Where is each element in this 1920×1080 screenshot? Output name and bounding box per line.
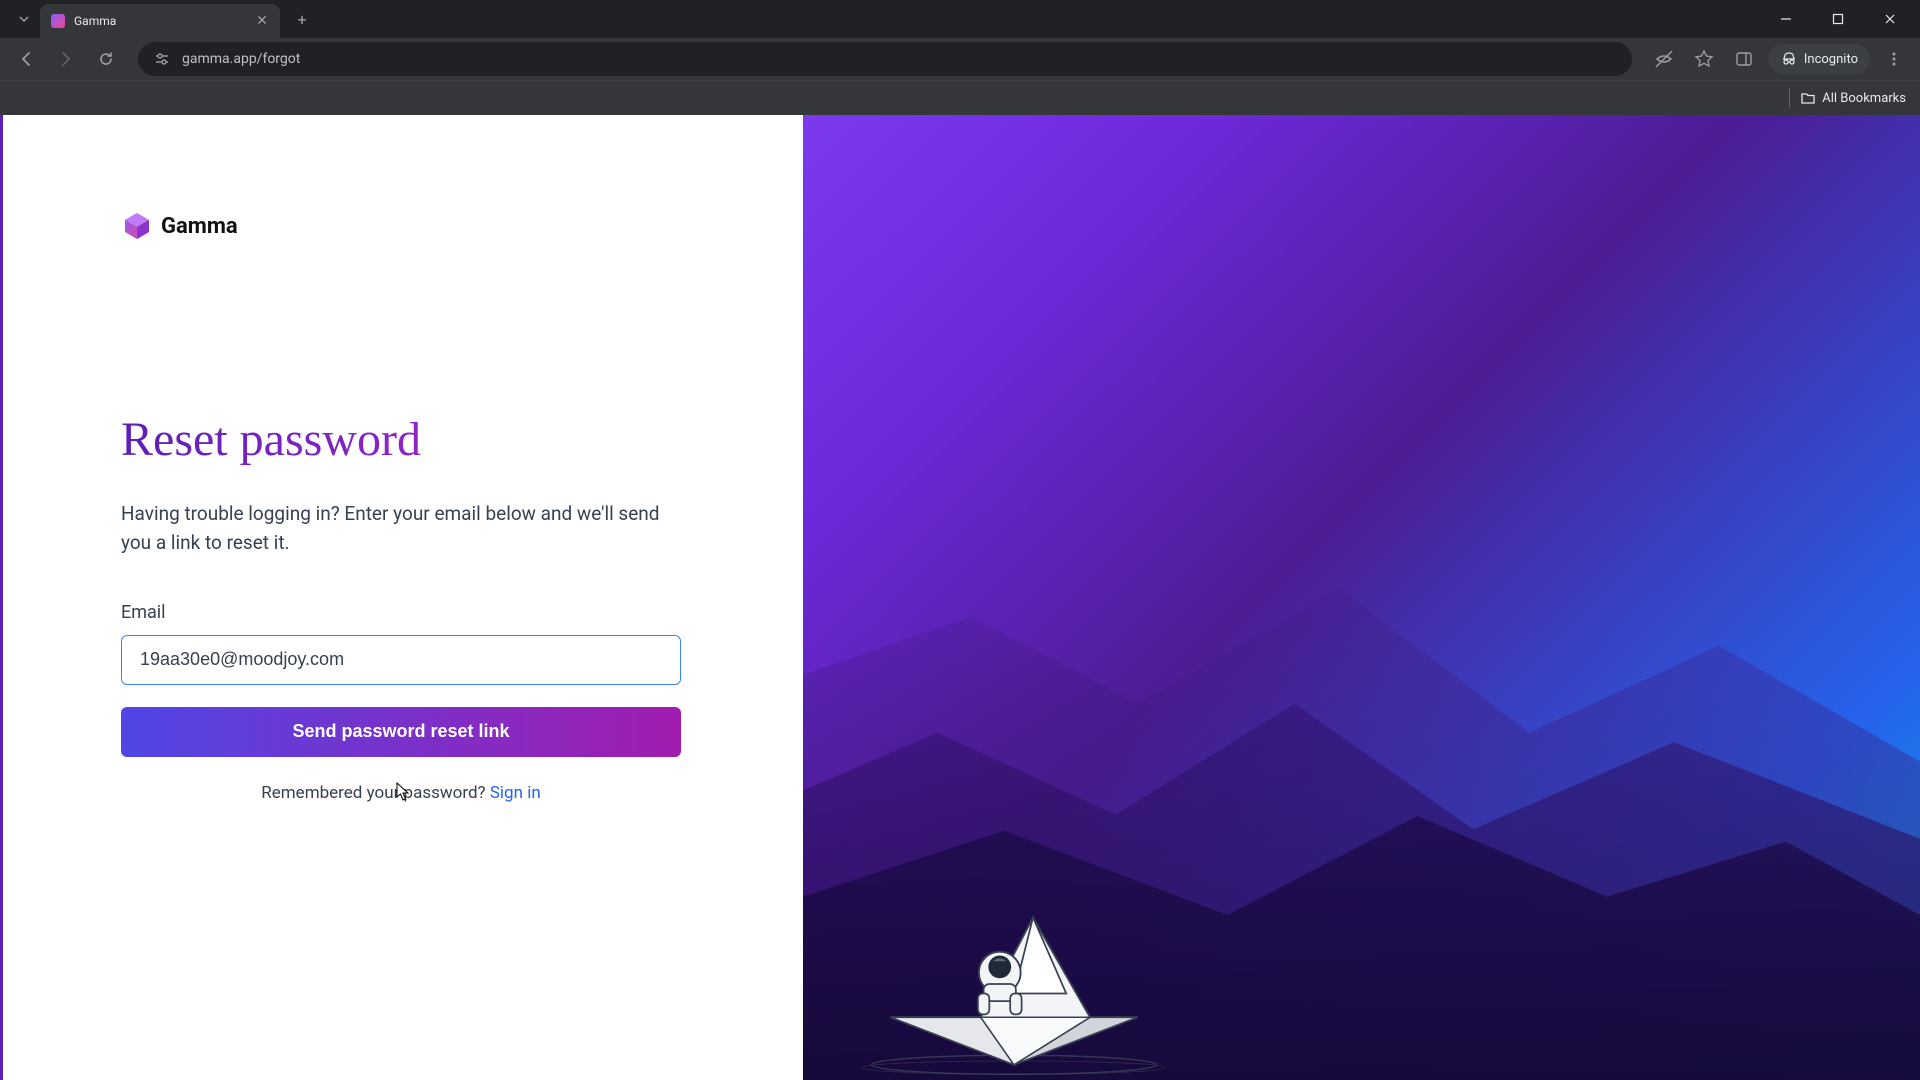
close-icon[interactable]: [1868, 4, 1912, 34]
tab-favicon-icon: [50, 13, 66, 29]
incognito-icon: [1780, 50, 1798, 68]
gamma-logo-icon: [121, 210, 153, 242]
incognito-badge[interactable]: Incognito: [1768, 44, 1870, 74]
maximize-icon[interactable]: [1816, 4, 1860, 34]
reset-form-panel: Gamma Reset password Having trouble logg…: [3, 115, 803, 1080]
page-title: Reset password: [121, 412, 683, 467]
illustration-panel: [803, 115, 1920, 1080]
email-input[interactable]: [121, 635, 681, 685]
email-label: Email: [121, 602, 683, 623]
bookmarks-bar: All Bookmarks: [0, 80, 1920, 115]
minimize-icon[interactable]: [1764, 4, 1808, 34]
bookmark-star-icon[interactable]: [1688, 43, 1720, 75]
eye-off-icon[interactable]: [1648, 43, 1680, 75]
tab-close-icon[interactable]: ✕: [254, 13, 270, 29]
divider: [1789, 88, 1790, 108]
nav-bar: gamma.app/forgot Incognito: [0, 38, 1920, 80]
back-button[interactable]: [10, 43, 42, 75]
window-controls: [1764, 4, 1912, 34]
logo-text: Gamma: [161, 214, 238, 239]
paper-boat-illustration: [843, 850, 1223, 1080]
send-reset-link-button[interactable]: Send password reset link: [121, 707, 681, 757]
signin-row: Remembered your password? Sign in: [121, 783, 681, 803]
remembered-text: Remembered your password?: [261, 783, 490, 803]
side-panel-icon[interactable]: [1728, 43, 1760, 75]
nav-right: Incognito: [1648, 43, 1910, 75]
tab-title: Gamma: [74, 14, 246, 28]
folder-icon: [1800, 90, 1816, 106]
logo[interactable]: Gamma: [121, 210, 683, 242]
tab-bar: Gamma ✕ +: [0, 0, 1920, 38]
all-bookmarks-label: All Bookmarks: [1822, 91, 1906, 106]
reload-button[interactable]: [90, 43, 122, 75]
forward-button[interactable]: [50, 43, 82, 75]
new-tab-button[interactable]: +: [288, 5, 316, 33]
all-bookmarks-button[interactable]: All Bookmarks: [1800, 90, 1906, 106]
browser-tab[interactable]: Gamma ✕: [40, 4, 280, 38]
page-subtext: Having trouble logging in? Enter your em…: [121, 499, 681, 558]
address-bar[interactable]: gamma.app/forgot: [138, 42, 1632, 76]
site-settings-icon[interactable]: [152, 49, 172, 69]
browser-chrome: Gamma ✕ + ga: [0, 0, 1920, 115]
url-text: gamma.app/forgot: [182, 51, 300, 67]
tab-search-icon[interactable]: [12, 7, 36, 31]
menu-icon[interactable]: [1878, 43, 1910, 75]
incognito-label: Incognito: [1804, 52, 1858, 67]
signin-link[interactable]: Sign in: [490, 783, 541, 803]
page-content: Gamma Reset password Having trouble logg…: [0, 115, 1920, 1080]
